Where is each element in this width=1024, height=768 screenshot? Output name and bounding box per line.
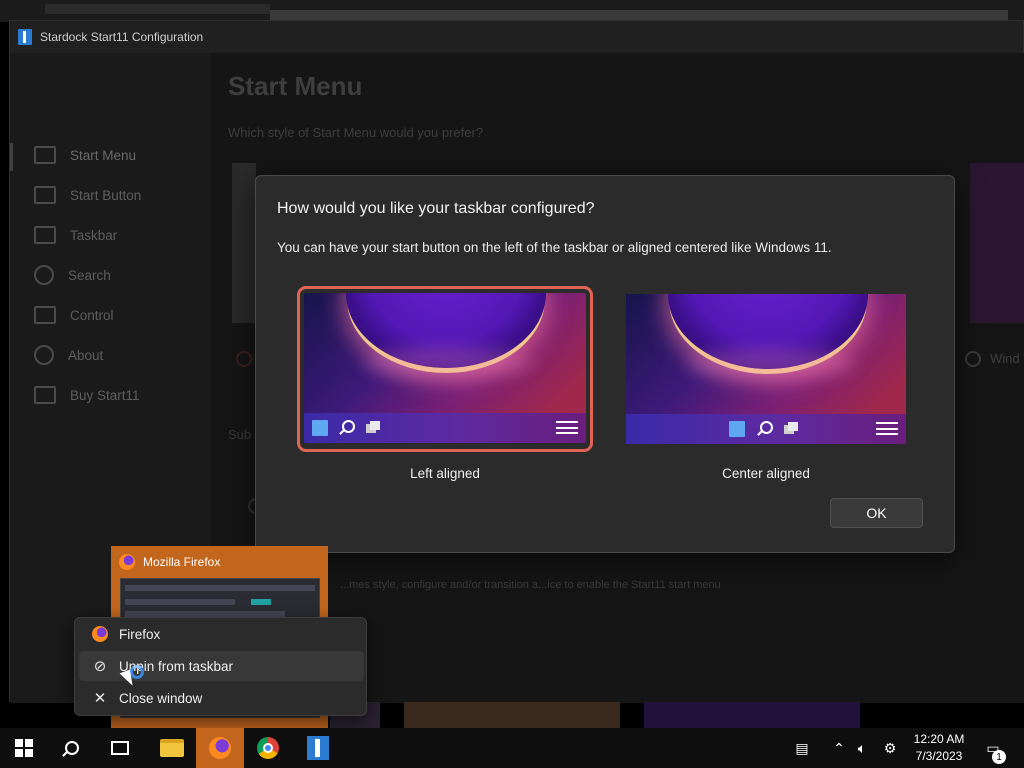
menu-item-label: Firefox: [119, 626, 161, 642]
page-title: Start Menu: [228, 71, 363, 101]
hint-text: ...mes style, configure and/or transitio…: [340, 579, 721, 591]
start11-taskbar-button[interactable]: [294, 728, 342, 768]
preview-taskbar: [304, 413, 586, 443]
left-aligned-option[interactable]: [297, 286, 593, 452]
sidebar-item-start-button[interactable]: Start Button: [34, 183, 141, 207]
center-aligned-preview: [626, 294, 906, 444]
unpin-icon: ⊘: [93, 658, 107, 675]
info-icon: [34, 345, 54, 365]
menu-item-close-window[interactable]: ✕ Close window: [79, 683, 364, 713]
thumbnail-title: Mozilla Firefox: [143, 555, 221, 569]
style-radio-label: Wind: [990, 351, 1020, 366]
page-question: Which style of Start Menu would you pref…: [228, 125, 484, 140]
control-icon: [34, 306, 56, 324]
menu-icon: [876, 422, 898, 435]
sidebar-item-label: Buy Start11: [70, 387, 140, 403]
wallpaper-glow: [364, 348, 534, 378]
background-thumbnail: [644, 702, 860, 728]
firefox-icon: [91, 625, 109, 643]
task-view-button[interactable]: [96, 728, 144, 768]
windows-start-icon: [729, 421, 745, 437]
wallpaper-glow: [686, 349, 856, 379]
task-view-icon: [784, 422, 798, 434]
start11-icon: [307, 736, 329, 760]
style-radio[interactable]: [965, 351, 981, 367]
section-label: Sub: [228, 427, 252, 442]
ok-button[interactable]: OK: [830, 498, 923, 528]
dialog-title: How would you like your taskbar configur…: [277, 200, 595, 217]
menu-style-card[interactable]: [232, 163, 256, 323]
sidebar-item-label: Taskbar: [70, 227, 118, 243]
sidebar-item-label: Control: [70, 307, 114, 323]
firefox-taskbar-button[interactable]: [196, 728, 244, 768]
close-icon: ✕: [93, 690, 107, 707]
menu-item-firefox[interactable]: Firefox: [79, 619, 364, 649]
left-aligned-preview: [304, 293, 586, 443]
clock-date: 7/3/2023: [915, 749, 963, 763]
background-window-edge: [45, 4, 270, 14]
volume-icon[interactable]: 🔈︎: [852, 728, 872, 768]
taskbar-icon: [34, 226, 56, 244]
center-aligned-option[interactable]: [626, 286, 922, 452]
sidebar-item-label: Search: [68, 267, 111, 283]
taskbar-config-dialog: How would you like your taskbar configur…: [255, 175, 955, 553]
task-view-icon: [111, 741, 129, 755]
chevron-up-icon[interactable]: ⌃: [830, 728, 848, 768]
start-button-icon: [34, 186, 56, 204]
desktop-background: [0, 0, 1024, 22]
style-radio[interactable]: [236, 351, 252, 367]
task-view-icon: [366, 421, 380, 433]
search-button[interactable]: [48, 728, 96, 768]
search-icon: [342, 420, 355, 433]
search-icon: [65, 741, 79, 755]
title-bar[interactable]: Stardock Start11 Configuration: [10, 21, 1023, 53]
thumbnail-row: [125, 599, 235, 605]
sidebar-item-control[interactable]: Control: [34, 303, 114, 327]
chrome-icon: [257, 737, 279, 759]
folder-icon: [160, 739, 184, 757]
firefox-icon: [209, 737, 231, 759]
dialog-description: You can have your start button on the le…: [277, 240, 832, 255]
sidebar-item-label: Start Menu: [70, 147, 137, 163]
menu-style-card[interactable]: [970, 163, 1024, 323]
active-nav-marker: [10, 143, 13, 171]
cart-icon: [34, 386, 56, 404]
search-icon: [34, 265, 54, 285]
search-icon: [760, 421, 773, 434]
thumbnail-row: [251, 599, 271, 605]
clock-time: 12:20 AM: [913, 732, 965, 746]
sidebar-item-buy[interactable]: Buy Start11: [34, 383, 140, 407]
sidebar-item-label: Start Button: [70, 187, 142, 203]
windows-logo-icon: [15, 739, 33, 757]
sidebar-item-taskbar[interactable]: Taskbar: [34, 223, 117, 247]
menu-item-label: Close window: [119, 690, 203, 706]
file-explorer-button[interactable]: [148, 728, 196, 768]
firefox-icon: [119, 554, 135, 570]
thumbnail-row: [125, 585, 315, 591]
start11-logo-icon: [18, 29, 32, 45]
taskbar-context-menu: Firefox ⊘ Unpin from taskbar ✕ Close win…: [74, 617, 367, 716]
sidebar-item-label: About: [68, 347, 104, 363]
window-title: Stardock Start11 Configuration: [40, 30, 204, 44]
center-aligned-label: Center aligned: [722, 466, 810, 481]
menu-icon: [556, 421, 578, 434]
left-aligned-label: Left aligned: [410, 466, 480, 481]
notification-badge: 1: [992, 750, 1006, 764]
background-thumbnail: [404, 702, 620, 728]
gear-icon[interactable]: ⚙: [880, 728, 900, 768]
system-clock[interactable]: 12:20 AM 7/3/2023: [906, 731, 972, 765]
start-button[interactable]: [0, 728, 48, 768]
sidebar-item-about[interactable]: About: [34, 343, 103, 367]
chrome-taskbar-button[interactable]: [244, 728, 292, 768]
thumbnail-header: Mozilla Firefox: [111, 546, 328, 578]
windows-taskbar: ▤ ⌃ 🔈︎ ⚙ 12:20 AM 7/3/2023 ▭ 1: [0, 728, 1024, 768]
start-menu-icon: [34, 146, 56, 164]
sidebar-item-search[interactable]: Search: [34, 263, 111, 287]
background-window-edge: [270, 10, 1008, 20]
news-widget-icon[interactable]: ▤: [790, 728, 814, 768]
windows-start-icon: [312, 420, 328, 436]
sidebar-item-start-menu[interactable]: Start Menu: [34, 143, 136, 167]
preview-taskbar: [626, 414, 906, 444]
